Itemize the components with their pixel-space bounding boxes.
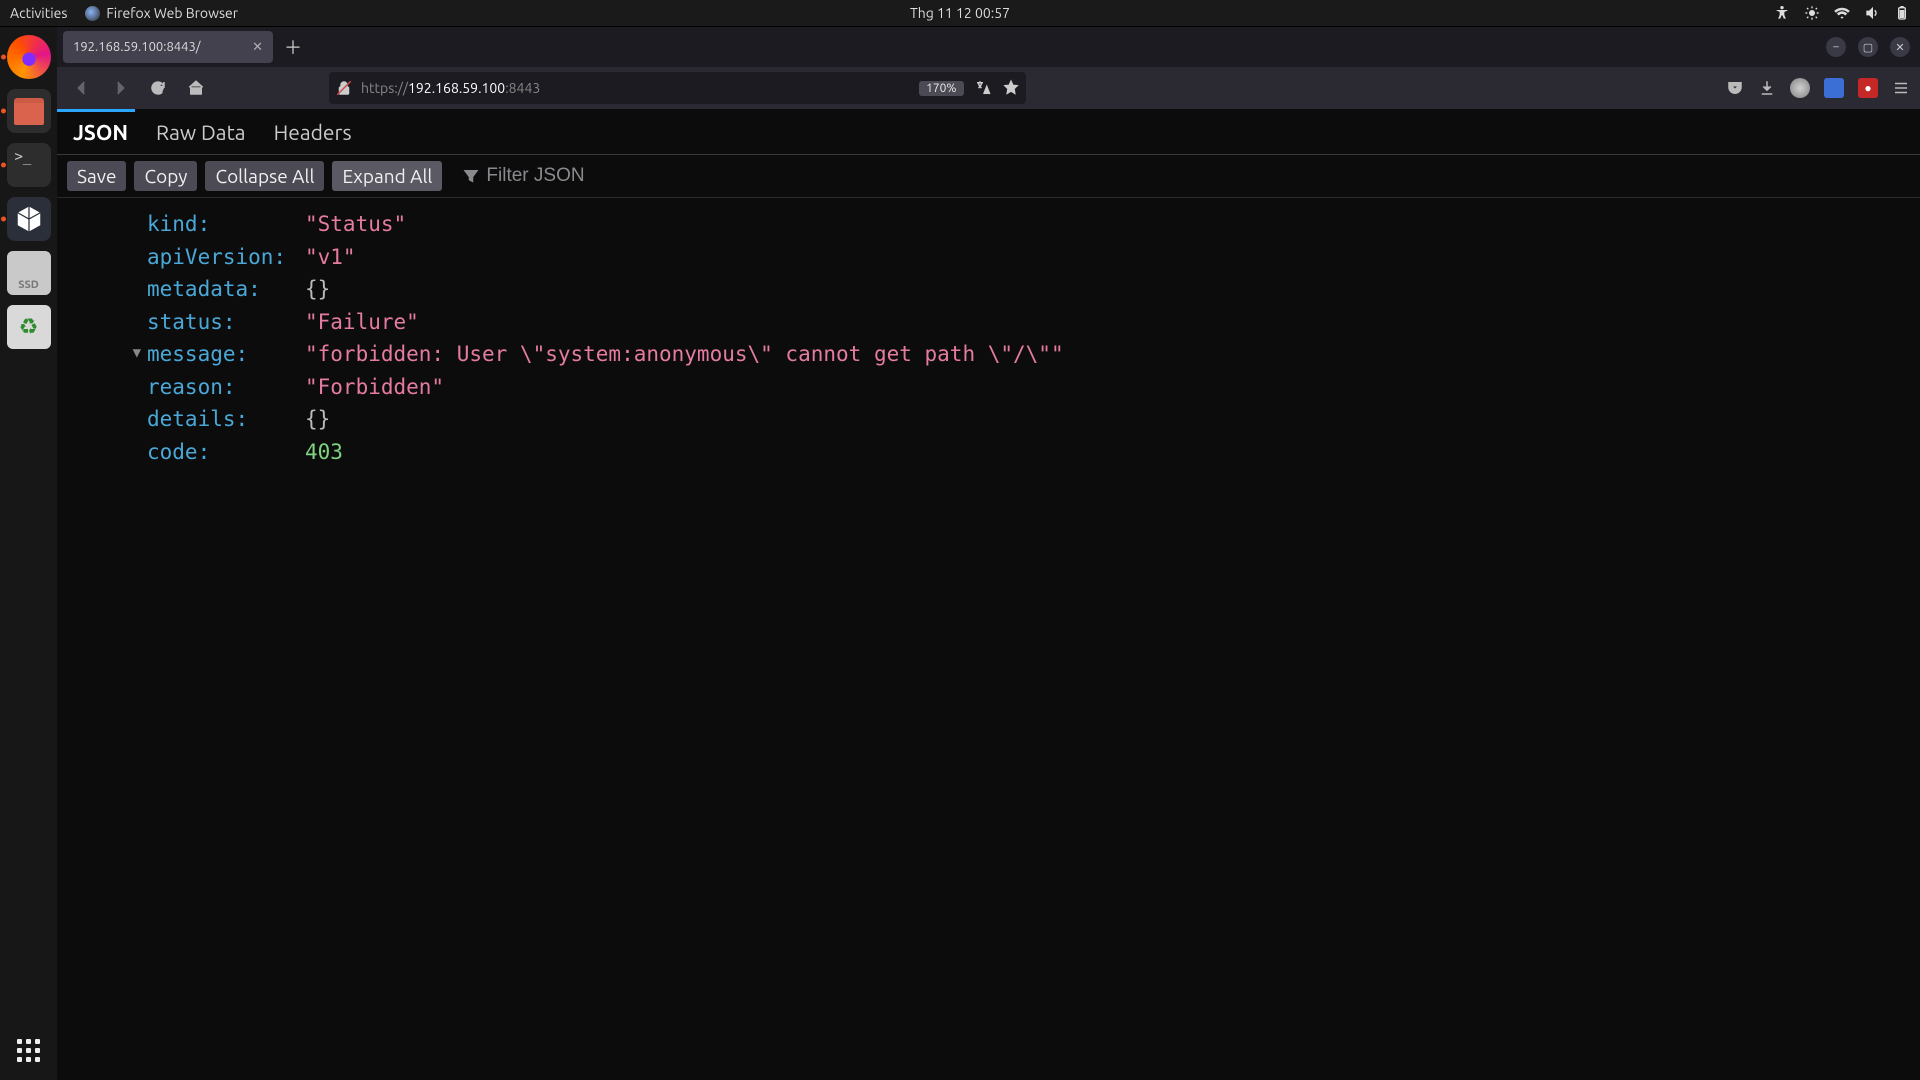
dock-drive[interactable]: SSD bbox=[7, 251, 51, 295]
forward-button[interactable] bbox=[105, 73, 135, 103]
firefox-window: 192.168.59.100:8443/ ✕ ＋ – ▢ ✕ https://1… bbox=[57, 27, 1920, 1080]
pocket-icon[interactable] bbox=[1726, 79, 1744, 97]
wifi-icon[interactable] bbox=[1834, 5, 1850, 21]
dock-firefox[interactable] bbox=[7, 35, 51, 79]
save-button[interactable]: Save bbox=[67, 161, 126, 191]
battery-icon[interactable] bbox=[1894, 5, 1910, 21]
json-value: "Status" bbox=[305, 208, 406, 241]
accessibility-icon[interactable] bbox=[1774, 5, 1790, 21]
browser-tab[interactable]: 192.168.59.100:8443/ ✕ bbox=[63, 31, 273, 63]
topbar-app-name: Firefox Web Browser bbox=[106, 5, 238, 21]
json-key: reason: bbox=[147, 371, 305, 404]
json-row[interactable]: kind: "Status" bbox=[61, 208, 1916, 241]
google-translate-extension-icon[interactable] bbox=[1824, 78, 1844, 98]
json-value: 403 bbox=[305, 436, 343, 469]
json-key: kind: bbox=[147, 208, 305, 241]
lock-warning-icon[interactable] bbox=[335, 79, 353, 97]
collapse-toggle-icon[interactable]: ▼ bbox=[133, 343, 141, 365]
json-value: "forbidden: User \"system:anonymous\" ca… bbox=[305, 338, 1064, 371]
json-key: details: bbox=[147, 403, 305, 436]
extension-icon[interactable] bbox=[1790, 78, 1810, 98]
expand-all-button[interactable]: Expand All bbox=[332, 161, 442, 191]
nav-toolbar: https://192.168.59.100:8443 170% ● bbox=[57, 67, 1920, 109]
topbar-clock[interactable]: Thg 11 12 00:57 bbox=[910, 5, 1010, 21]
json-viewer-toolbar: Save Copy Collapse All Expand All bbox=[57, 155, 1920, 198]
home-button[interactable] bbox=[181, 73, 211, 103]
json-row[interactable]: code: 403 bbox=[61, 436, 1916, 469]
copy-button[interactable]: Copy bbox=[134, 161, 197, 191]
dock-trash[interactable] bbox=[7, 305, 51, 349]
page-content: JSON Raw Data Headers Save Copy Collapse… bbox=[57, 109, 1920, 1080]
topbar-app-indicator[interactable]: Firefox Web Browser bbox=[85, 5, 238, 21]
json-value: "Failure" bbox=[305, 306, 419, 339]
translate-icon[interactable] bbox=[974, 79, 992, 97]
volume-icon[interactable] bbox=[1864, 5, 1880, 21]
dock-terminal[interactable] bbox=[7, 143, 51, 187]
zoom-badge[interactable]: 170% bbox=[919, 81, 963, 96]
window-maximize-icon[interactable]: ▢ bbox=[1858, 37, 1878, 57]
collapse-all-button[interactable]: Collapse All bbox=[205, 161, 324, 191]
tab-close-icon[interactable]: ✕ bbox=[252, 40, 263, 55]
filter-field[interactable] bbox=[462, 165, 706, 187]
json-value: "Forbidden" bbox=[305, 371, 444, 404]
firefox-icon bbox=[85, 6, 100, 21]
window-close-icon[interactable]: ✕ bbox=[1890, 37, 1910, 57]
url-text: https://192.168.59.100:8443 bbox=[361, 80, 540, 96]
json-row[interactable]: metadata: {} bbox=[61, 273, 1916, 306]
json-row[interactable]: apiVersion: "v1" bbox=[61, 241, 1916, 274]
json-row[interactable]: status: "Failure" bbox=[61, 306, 1916, 339]
json-key: code: bbox=[147, 436, 305, 469]
downloads-icon[interactable] bbox=[1758, 79, 1776, 97]
filter-input[interactable] bbox=[486, 165, 706, 187]
json-value: "v1" bbox=[305, 241, 356, 274]
gnome-topbar: Activities Firefox Web Browser Thg 11 12… bbox=[0, 0, 1920, 27]
dock-virtualbox[interactable] bbox=[7, 197, 51, 241]
brightness-icon[interactable] bbox=[1804, 5, 1820, 21]
bookmark-star-icon[interactable] bbox=[1002, 79, 1020, 97]
window-controls: – ▢ ✕ bbox=[1826, 37, 1920, 57]
toolbar-right: ● bbox=[1726, 78, 1910, 98]
window-minimize-icon[interactable]: – bbox=[1826, 37, 1846, 57]
activities-button[interactable]: Activities bbox=[10, 5, 67, 21]
json-key: message: bbox=[147, 338, 305, 371]
tab-title: 192.168.59.100:8443/ bbox=[73, 40, 201, 54]
back-button[interactable] bbox=[67, 73, 97, 103]
json-row[interactable]: reason: "Forbidden" bbox=[61, 371, 1916, 404]
tab-strip: 192.168.59.100:8443/ ✕ ＋ – ▢ ✕ bbox=[57, 27, 1920, 67]
dock-show-applications[interactable] bbox=[17, 1039, 40, 1062]
json-key: metadata: bbox=[147, 273, 305, 306]
tab-headers[interactable]: Headers bbox=[274, 120, 352, 144]
json-row[interactable]: ▼ message: "forbidden: User \"system:ano… bbox=[61, 338, 1916, 371]
new-tab-button[interactable]: ＋ bbox=[279, 33, 307, 61]
json-value: {} bbox=[305, 403, 330, 436]
ubuntu-dock: SSD bbox=[0, 27, 57, 1080]
extension-red-icon[interactable]: ● bbox=[1858, 78, 1878, 98]
hamburger-menu-icon[interactable] bbox=[1892, 79, 1910, 97]
tab-raw-data[interactable]: Raw Data bbox=[156, 120, 246, 144]
json-value: {} bbox=[305, 273, 330, 306]
tab-json[interactable]: JSON bbox=[73, 120, 128, 144]
dock-files[interactable] bbox=[7, 89, 51, 133]
reload-button[interactable] bbox=[143, 73, 173, 103]
json-viewer-tabs: JSON Raw Data Headers bbox=[57, 112, 1920, 155]
json-key: apiVersion: bbox=[147, 241, 305, 274]
json-row[interactable]: details: {} bbox=[61, 403, 1916, 436]
filter-icon bbox=[462, 167, 480, 185]
json-key: status: bbox=[147, 306, 305, 339]
json-tree: kind: "Status" apiVersion: "v1" metadata… bbox=[57, 198, 1920, 478]
url-bar[interactable]: https://192.168.59.100:8443 170% bbox=[329, 72, 1026, 104]
